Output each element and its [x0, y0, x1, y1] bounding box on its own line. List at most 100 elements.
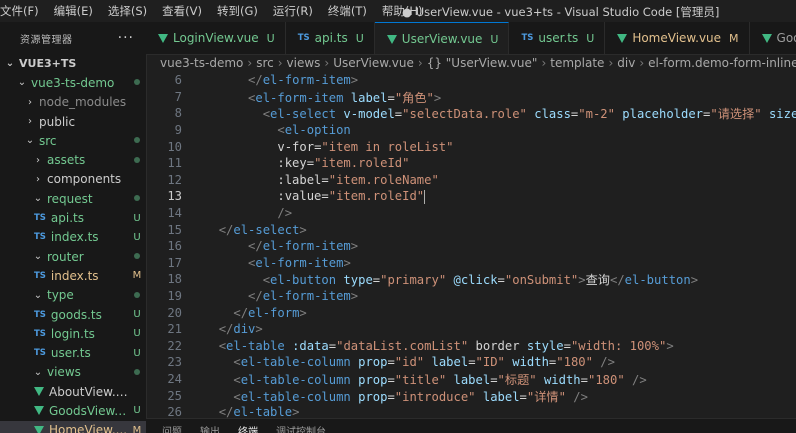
file-item[interactable]: TS api.ts U: [0, 208, 146, 227]
folder-item[interactable]: ⌄ type: [0, 286, 146, 305]
git-status-badge: M: [132, 424, 142, 433]
file-item[interactable]: TS index.ts U: [0, 228, 146, 247]
chevron-right-icon: ›: [28, 116, 32, 128]
code-line[interactable]: 8 <el-select v-model="selectData.role" c…: [146, 105, 796, 122]
line-number: 14: [167, 206, 182, 221]
typescript-file-icon: TS: [521, 33, 534, 43]
panel-tab[interactable]: 输出: [200, 423, 220, 433]
folder-item[interactable]: › assets: [0, 150, 146, 169]
breadcrumb-item[interactable]: div: [617, 56, 635, 70]
code-line[interactable]: 17 <el-form-item>: [146, 255, 796, 272]
breadcrumb-item[interactable]: template: [550, 56, 604, 70]
vue-file-icon: [158, 33, 168, 43]
editor-tab[interactable]: UserView.vue U: [374, 22, 510, 54]
tree-item-label: components: [47, 172, 122, 187]
code-line[interactable]: 19 </el-form-item>: [146, 288, 796, 305]
vue-file-icon: [617, 33, 628, 43]
code-line[interactable]: 12 :label="item.roleName": [146, 172, 796, 189]
editor-tab[interactable]: Goo: [750, 22, 796, 54]
breadcrumb-item[interactable]: UserView.vue: [333, 56, 414, 70]
tree-item-label: src: [39, 133, 57, 148]
code-line[interactable]: 21 </div>: [146, 321, 796, 338]
file-item[interactable]: TS login.ts U: [0, 324, 146, 343]
folder-item[interactable]: › node_modules: [0, 93, 146, 112]
breadcrumb-item[interactable]: src: [256, 56, 274, 70]
tree-item-label: index.ts: [50, 268, 99, 283]
code-line[interactable]: 18 <el-button type="primary" @click="onS…: [146, 271, 796, 288]
chevron-right-icon: ›: [36, 173, 40, 185]
menu-item[interactable]: 编辑(E): [54, 3, 93, 19]
file-item[interactable]: GoodsView.... U: [0, 401, 146, 420]
code-line[interactable]: 24 <el-table-column prop="title" label="…: [146, 371, 796, 388]
more-actions-icon[interactable]: ···: [118, 30, 134, 46]
editor-tab[interactable]: TS user.ts U: [509, 22, 606, 54]
folder-item[interactable]: ⌄ vue3-ts-demo: [0, 73, 146, 92]
folder-item[interactable]: › components: [0, 170, 146, 189]
workspace-root-label: VUE3+TS: [19, 57, 77, 71]
line-number: 22: [167, 338, 182, 353]
file-item[interactable]: TS index.ts M: [0, 266, 146, 285]
file-item[interactable]: TS goods.ts U: [0, 305, 146, 324]
panel-tab[interactable]: 问题: [162, 423, 182, 433]
folder-item[interactable]: ⌄ views: [0, 363, 146, 382]
tree-item-label: type: [47, 288, 74, 303]
code-line[interactable]: 6 </el-form-item>: [146, 72, 796, 89]
folder-item[interactable]: ⌄ router: [0, 247, 146, 266]
code-line[interactable]: 9 <el-option: [146, 122, 796, 139]
code-line[interactable]: 7 <el-form-item label="角色">: [146, 89, 796, 106]
file-item[interactable]: AboutView.vue: [0, 382, 146, 401]
code-line[interactable]: 15 </el-select>: [146, 221, 796, 238]
code-line[interactable]: 14 />: [146, 205, 796, 222]
breadcrumb-item[interactable]: {} "UserView.vue": [427, 56, 538, 70]
menu-item[interactable]: 终端(T): [328, 3, 367, 19]
breadcrumb-item[interactable]: el-form.demo-form-inline: [648, 56, 796, 70]
vue-file-icon: [386, 34, 397, 44]
file-item[interactable]: HomeView.... M: [0, 420, 146, 433]
bottom-panel-tabs: 问题 输出 终端 调试控制台: [146, 418, 796, 433]
editor-tab[interactable]: TS api.ts U: [286, 22, 375, 54]
line-number: 16: [167, 239, 182, 254]
line-number: 21: [167, 322, 182, 337]
vue-file-icon: [761, 33, 772, 43]
file-item[interactable]: TS user.ts U: [0, 343, 146, 362]
code-line[interactable]: 10 v-for="item in roleList": [146, 138, 796, 155]
breadcrumb-item[interactable]: vue3-ts-demo: [160, 56, 243, 70]
tree-item-label: assets: [47, 153, 86, 168]
code-line[interactable]: 16 </el-form-item>: [146, 238, 796, 255]
menu-item[interactable]: 选择(S): [108, 3, 147, 19]
panel-tab[interactable]: 终端: [238, 423, 258, 433]
tree-item-label: api.ts: [50, 211, 84, 226]
code-line[interactable]: 11 :key="item.roleId": [146, 155, 796, 172]
chevron-right-icon: ›: [541, 56, 547, 70]
menu-item[interactable]: 运行(R): [273, 3, 313, 19]
chevron-right-icon: ›: [247, 56, 253, 70]
line-number: 9: [174, 123, 182, 138]
breadcrumb-item[interactable]: views: [287, 56, 321, 70]
code-editor[interactable]: 6 </el-form-item> 7 <el-form-item label="…: [146, 72, 796, 418]
menu-item[interactable]: 查看(V): [162, 3, 202, 19]
code-line[interactable]: 26 </el-table>: [146, 404, 796, 418]
code-text: :label="item.roleName": [277, 172, 439, 187]
code-line[interactable]: 25 <el-table-column prop="introduce" lab…: [146, 387, 796, 404]
tree-item-label: public: [39, 114, 76, 129]
git-status-badge: [128, 135, 146, 146]
panel-tab[interactable]: 调试控制台: [276, 423, 326, 433]
code-line[interactable]: 20 </el-form>: [146, 304, 796, 321]
code-line[interactable]: 22 <el-table :data="dataList.comList" bo…: [146, 338, 796, 355]
tab-label: user.ts: [538, 31, 579, 45]
editor-tab[interactable]: HomeView.vue M: [605, 22, 750, 54]
line-number: 12: [167, 172, 182, 187]
folder-item[interactable]: › public: [0, 112, 146, 131]
workspace-root[interactable]: ⌄ VUE3+TS: [0, 54, 146, 73]
git-status-badge: U: [133, 212, 141, 224]
folder-item[interactable]: ⌄ src: [0, 131, 146, 150]
code-line[interactable]: 13 :value="item.roleId": [146, 188, 796, 205]
menu-item[interactable]: 转到(G): [217, 3, 258, 19]
menu-item[interactable]: 文件(F): [0, 3, 39, 19]
code-line[interactable]: 23 <el-table-column prop="id" label="ID"…: [146, 354, 796, 371]
folder-item[interactable]: ⌄ request: [0, 189, 146, 208]
editor-tab[interactable]: LoginView.vue U: [146, 22, 286, 54]
vue-file-icon: [34, 425, 44, 433]
git-status-badge: U: [133, 231, 141, 243]
explorer-title: 资源管理器: [20, 34, 73, 46]
